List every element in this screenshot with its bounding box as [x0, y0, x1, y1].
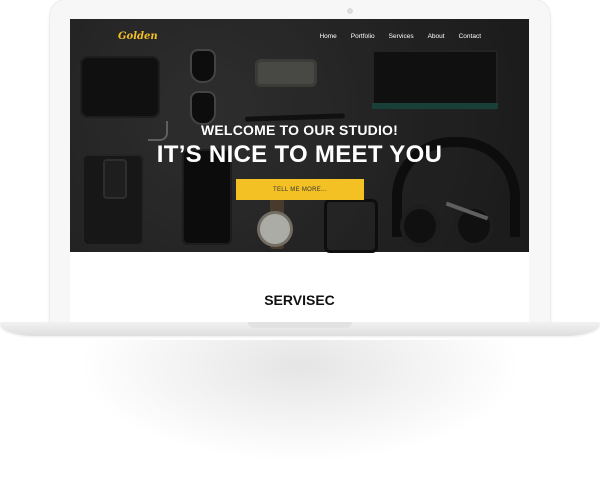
nav-item-home[interactable]: Home: [319, 33, 336, 40]
nav-item-services[interactable]: Services: [389, 33, 414, 40]
site-logo[interactable]: Golden: [118, 31, 158, 42]
nav-item-portfolio[interactable]: Portfolio: [351, 33, 375, 40]
camera-dot: [347, 8, 353, 14]
nav-item-about[interactable]: About: [428, 33, 445, 40]
laptop-screen: Golden Home Portfolio Services About Con…: [70, 19, 529, 322]
hero-heading: IT’S NICE TO MEET YOU: [156, 141, 443, 168]
tell-me-more-button[interactable]: TELL ME MORE...: [236, 179, 364, 200]
hero-section: Golden Home Portfolio Services About Con…: [70, 19, 529, 253]
main-nav: Home Portfolio Services About Contact: [319, 33, 529, 40]
laptop-base-notch: [248, 322, 352, 328]
laptop-shadow: [60, 340, 540, 470]
nav-item-contact[interactable]: Contact: [459, 33, 481, 40]
hero-subheading: WELCOME TO OUR STUDIO!: [200, 122, 399, 138]
services-section-title: SERVISEC: [264, 292, 335, 308]
